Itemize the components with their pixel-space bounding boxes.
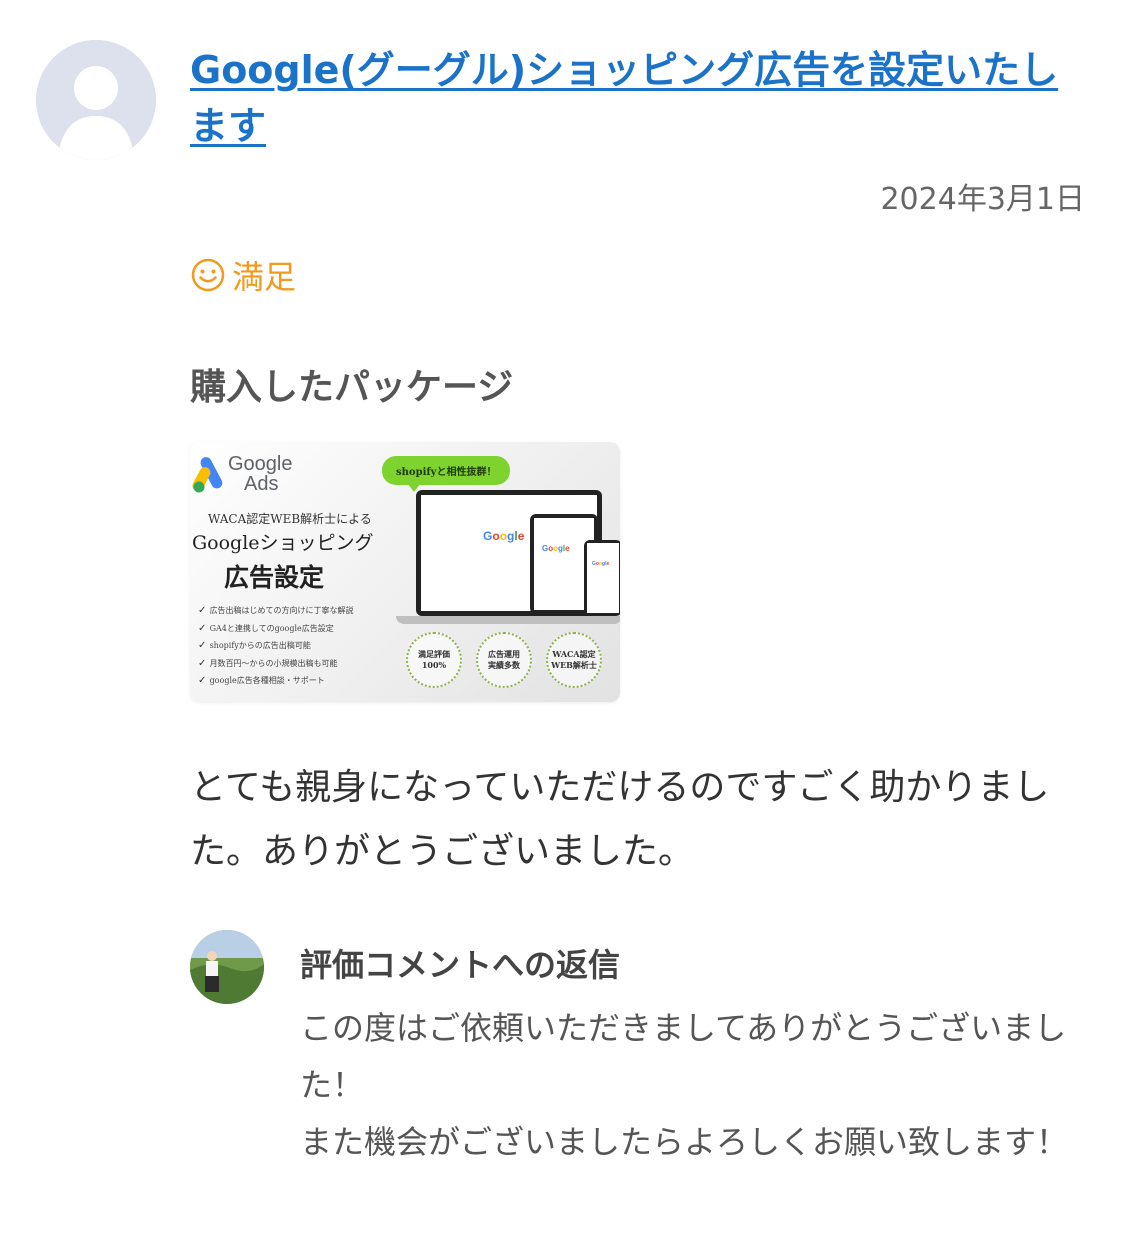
review-title-link[interactable]: Google(グーグル)ショッピング広告を設定いたします <box>190 42 1090 154</box>
award-badge: 満足評価 100% <box>406 632 462 688</box>
reply-title: 評価コメントへの返信 <box>300 946 621 984</box>
package-heading: 購入したパッケージ <box>190 367 514 408</box>
package-title-line1: Googleショッピング <box>192 532 374 554</box>
seller-avatar <box>190 930 264 1004</box>
feature-item: 広告出稿はじめての方向けに丁寧な解説 <box>198 602 354 620</box>
badge-line1: 広告運用 <box>488 649 520 659</box>
package-thumbnail[interactable]: Google Ads WACA認定WEB解析士による Googleショッピング … <box>190 442 620 702</box>
laptop-base <box>396 616 620 624</box>
rating-badge: 満足 <box>190 252 296 298</box>
feature-item: 月数百円〜からの小規模出稿も可能 <box>198 655 354 673</box>
badge-line1: WACA認定 <box>552 649 596 659</box>
review-page: Google(グーグル)ショッピング広告を設定いたします 2024年3月1日 満… <box>0 0 1125 1258</box>
feature-item: GA4と連携してのgoogle広告設定 <box>198 620 354 638</box>
reply-body: この度はご依頼いただきましてありがとうございました！ また機会がございましたらよ… <box>300 1000 1070 1171</box>
badge-line2: 100% <box>421 660 447 670</box>
feature-item: google広告各種相談・サポート <box>198 672 354 690</box>
logo-line2: Ads <box>244 473 279 495</box>
badge-line1: 満足評価 <box>418 649 450 659</box>
speech-bubble: shopifyと相性抜群！ <box>382 456 511 492</box>
user-silhouette-icon <box>36 40 156 160</box>
package-subtitle: WACA認定WEB解析士による <box>208 512 372 526</box>
reviewer-avatar <box>36 40 156 160</box>
rating-label: 満足 <box>232 258 297 296</box>
badge-line2: 実績多数 <box>488 660 520 670</box>
logo-line1: Google <box>228 453 293 475</box>
review-date: 2024年3月1日 <box>880 182 1085 217</box>
package-feature-list: 広告出稿はじめての方向けに丁寧な解説 GA4と連携してのgoogle広告設定 s… <box>198 602 354 690</box>
award-badge: 広告運用 実績多数 <box>476 632 532 688</box>
tablet-google-word: Google <box>542 544 570 553</box>
screen-google-word: Google <box>483 529 525 543</box>
phone-illustration: Google <box>584 540 620 616</box>
feature-item: shopifyからの広告出稿可能 <box>198 637 354 655</box>
phone-google-word: Google <box>592 561 610 567</box>
award-badges: 満足評価 100% 広告運用 実績多数 WACA認定 WEB解析士 <box>406 632 602 688</box>
google-ads-logo-text: Google Ads <box>228 454 293 494</box>
google-ads-logo-icon <box>192 457 223 493</box>
seller-photo-icon <box>190 930 264 1004</box>
reply-line: この度はご依頼いただきましてありがとうございました！ <box>300 1009 1067 1104</box>
reply-line: また機会がございましたらよろしくお願い致します！ <box>300 1123 1069 1161</box>
review-body: とても親身になっていただけるのですごく助かりました。ありがとうございました。 <box>190 767 1050 872</box>
award-badge: WACA認定 WEB解析士 <box>546 632 602 688</box>
badge-line2: WEB解析士 <box>551 660 597 670</box>
smile-face-icon <box>191 258 225 292</box>
package-title-line2: 広告設定 <box>224 563 325 592</box>
